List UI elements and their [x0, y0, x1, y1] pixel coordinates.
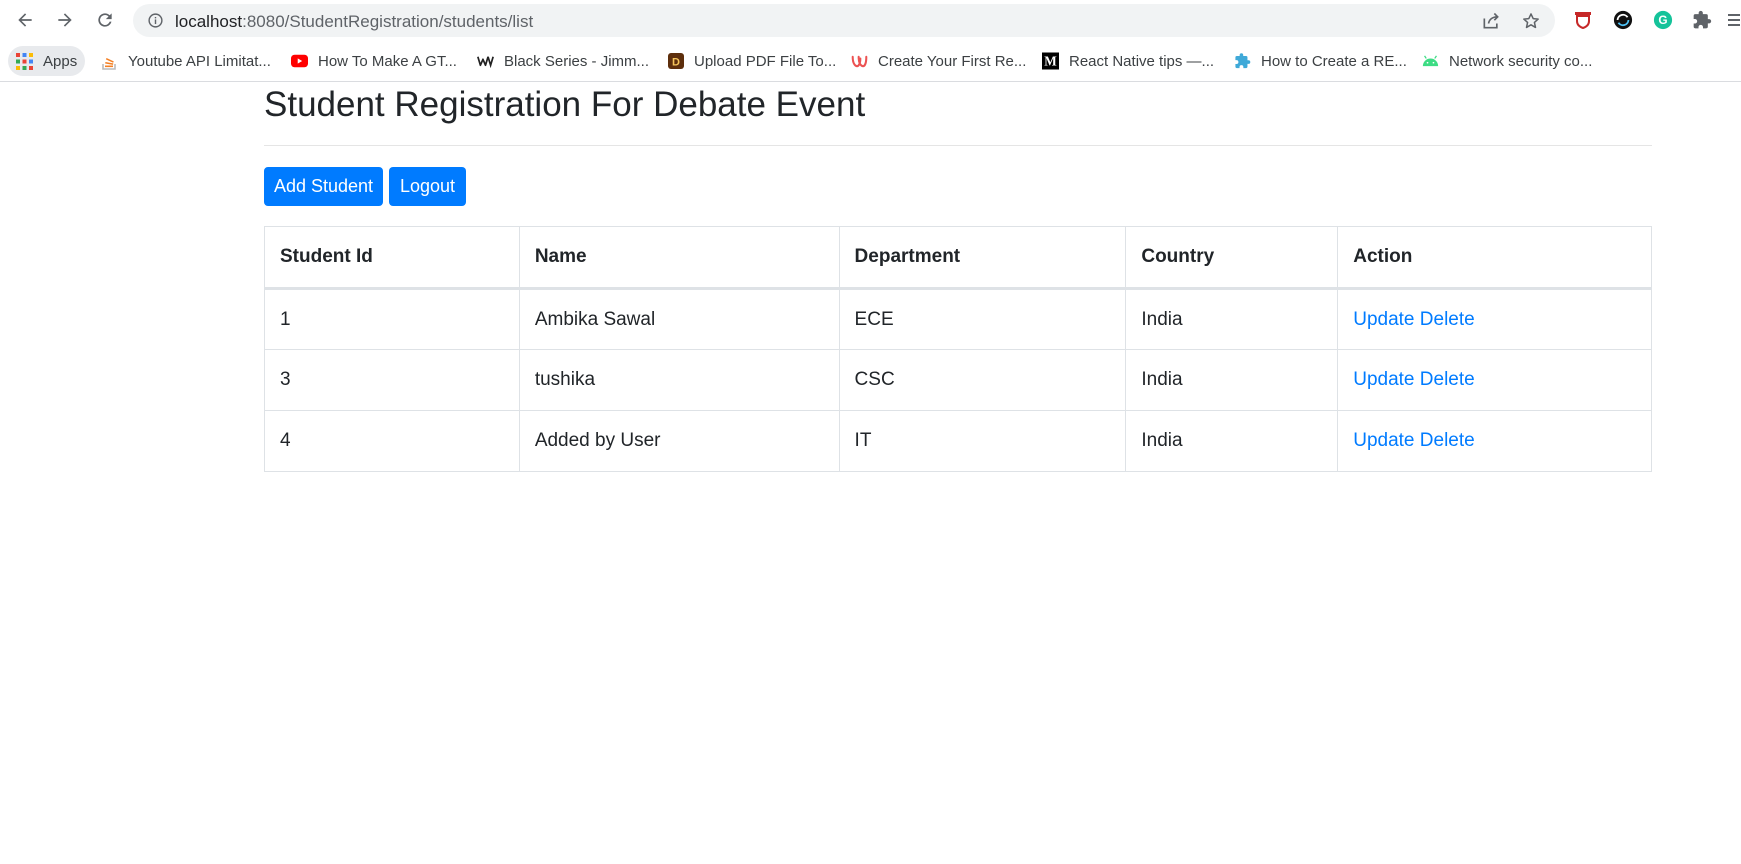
update-link[interactable]: Update	[1353, 369, 1414, 390]
column-header-department: Department	[838, 226, 1127, 290]
country-cell: India	[1125, 288, 1339, 350]
bookmark-create-re[interactable]: How to Create a RE...	[1234, 46, 1407, 76]
add-student-button[interactable]: Add Student	[264, 167, 383, 206]
browser-toolbar: localhost:8080/StudentRegistration/stude…	[0, 0, 1741, 40]
update-link[interactable]: Update	[1353, 309, 1414, 330]
country-cell: India	[1125, 349, 1339, 411]
department-cell: ECE	[838, 288, 1127, 350]
student-id-cell: 1	[264, 288, 520, 350]
department-cell: IT	[838, 410, 1127, 472]
puzzle-icon	[1234, 53, 1251, 70]
header-row: Student Id Name Department Country Actio…	[264, 226, 1652, 290]
bookmark-label: Create Your First Re...	[878, 52, 1027, 70]
action-cell: Update Delete	[1337, 410, 1652, 472]
forward-button[interactable]	[53, 8, 77, 32]
bookmark-star-icon[interactable]	[1521, 11, 1541, 31]
student-name-cell: Added by User	[518, 410, 840, 472]
apps-grid-icon	[16, 52, 33, 70]
url-text[interactable]: localhost:8080/StudentRegistration/stude…	[175, 12, 533, 32]
bookmark-apps[interactable]: Apps	[8, 46, 86, 76]
forward-arrow-icon	[58, 13, 72, 27]
bookmark-label: Apps	[43, 52, 78, 70]
reload-icon	[98, 13, 112, 27]
student-name-cell: tushika	[518, 349, 840, 411]
svg-text:D: D	[672, 57, 680, 69]
bookmark-network-security[interactable]: Network security co...	[1422, 46, 1592, 76]
u-icon	[851, 53, 868, 70]
youtube-icon	[291, 53, 308, 70]
student-name-cell: Ambika Sawal	[518, 288, 840, 350]
column-header-action: Action	[1337, 226, 1652, 290]
url-host: localhost	[175, 12, 243, 31]
bookmark-label: Youtube API Limitat...	[128, 52, 271, 70]
menu-icon[interactable]	[1726, 10, 1741, 30]
delete-link[interactable]: Delete	[1420, 430, 1475, 451]
sync-extension-icon[interactable]	[1613, 10, 1633, 30]
table-row: 4 Added by User IT India Update Delete	[264, 410, 1652, 472]
student-id-cell: 3	[264, 349, 520, 411]
reload-button[interactable]	[93, 8, 117, 32]
delete-link[interactable]: Delete	[1420, 309, 1475, 330]
department-cell: CSC	[838, 349, 1127, 411]
update-link[interactable]: Update	[1353, 430, 1414, 451]
column-header-student-id: Student Id	[264, 226, 520, 290]
student-id-cell: 4	[264, 410, 520, 472]
action-cell: Update Delete	[1337, 349, 1652, 411]
android-icon	[1422, 53, 1439, 70]
bookmark-create-first[interactable]: Create Your First Re...	[851, 46, 1026, 76]
shield-extension-icon[interactable]	[1573, 10, 1593, 30]
share-icon[interactable]	[1481, 11, 1501, 31]
bookmark-gt[interactable]: How To Make A GT...	[291, 46, 457, 76]
medium-icon: M	[1042, 52, 1059, 70]
column-header-name: Name	[518, 226, 840, 290]
bookmark-react-native[interactable]: M React Native tips —...	[1042, 46, 1214, 76]
stackoverflow-icon	[101, 53, 118, 70]
table-row: 3 tushika CSC India Update Delete	[264, 349, 1652, 411]
bookmark-label: Upload PDF File To...	[694, 52, 837, 70]
address-bar[interactable]: localhost:8080/StudentRegistration/stude…	[133, 4, 1555, 37]
table-row: 1 Ambika Sawal ECE India Update Delete	[264, 288, 1652, 350]
back-arrow-icon	[18, 13, 32, 27]
bookmark-label: Black Series - Jimm...	[504, 52, 650, 70]
logout-button[interactable]: Logout	[389, 167, 466, 206]
page-title: Student Registration For Debate Event	[264, 85, 866, 124]
wix-icon	[477, 53, 494, 70]
bookmark-label: How To Make A GT...	[318, 52, 457, 70]
bookmark-black-series[interactable]: Black Series - Jimm...	[477, 46, 649, 76]
grammarly-icon[interactable]: G	[1653, 10, 1673, 30]
bookmark-label: How to Create a RE...	[1261, 52, 1407, 70]
svg-text:M: M	[1044, 54, 1057, 69]
bookmark-youtube-api[interactable]: Youtube API Limitat...	[101, 46, 271, 76]
bookmark-label: Network security co...	[1449, 52, 1593, 70]
students-table: Student Id Name Department Country Actio…	[264, 226, 1652, 472]
delete-link[interactable]: Delete	[1420, 369, 1475, 390]
action-cell: Update Delete	[1337, 288, 1652, 350]
bookmarks-bar: Apps Youtube API Limitat... How To Make …	[0, 40, 1741, 82]
bookmark-upload-pdf[interactable]: D Upload PDF File To...	[667, 46, 836, 76]
extensions-puzzle-icon[interactable]	[1692, 10, 1712, 30]
country-cell: India	[1125, 410, 1339, 472]
svg-text:G: G	[1658, 13, 1667, 27]
bookmark-label: React Native tips —...	[1069, 52, 1215, 70]
column-header-country: Country	[1125, 226, 1339, 290]
url-path: :8080/StudentRegistration/students/list	[242, 12, 534, 31]
d-icon: D	[667, 53, 684, 70]
table-header: Student Id Name Department Country Actio…	[264, 226, 1652, 290]
divider	[264, 145, 1652, 146]
site-info-icon[interactable]	[147, 12, 164, 29]
back-button[interactable]	[13, 8, 37, 32]
